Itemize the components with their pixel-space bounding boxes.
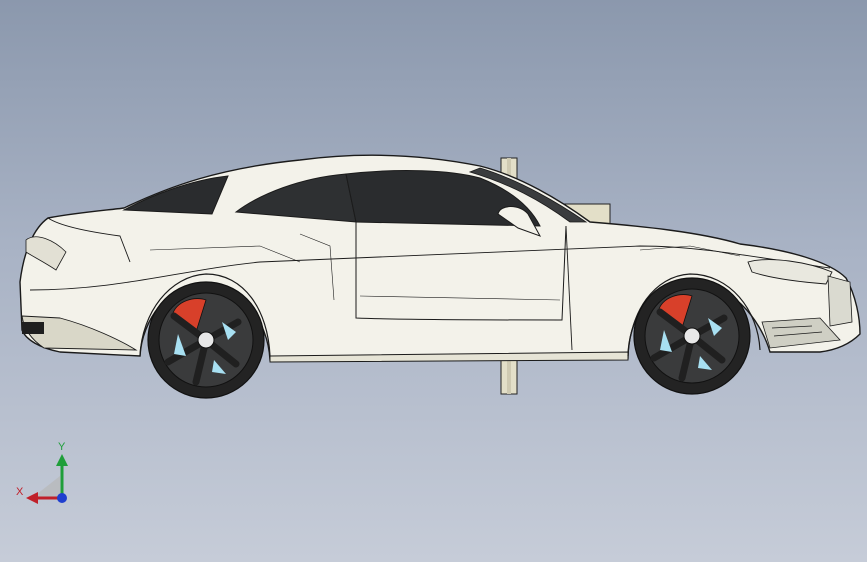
- front-wheel: [633, 277, 751, 395]
- y-axis-label: Y: [58, 441, 66, 453]
- triad-axes-icon: [26, 454, 68, 504]
- cad-viewport[interactable]: X Y: [0, 0, 867, 562]
- coordinate-triad[interactable]: X Y: [10, 438, 80, 510]
- x-axis-label: X: [16, 486, 24, 498]
- car-model: [19, 154, 861, 399]
- rear-wheel: [147, 281, 265, 399]
